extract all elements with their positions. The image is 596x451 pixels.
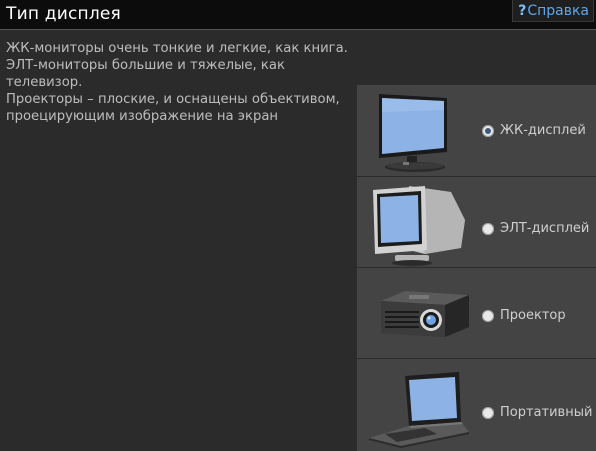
option-label-crt[interactable]: ЭЛТ-дисплей xyxy=(500,221,589,236)
option-label-laptop[interactable]: Портативный xyxy=(500,405,592,420)
radio-crt-display[interactable] xyxy=(482,223,494,235)
description-crt: ЭЛТ-мониторы большие и тяжелые, как теле… xyxy=(6,58,285,90)
option-crt-display[interactable]: ЭЛТ-дисплей xyxy=(357,176,596,267)
option-lcd-display[interactable]: ЖК-дисплей xyxy=(357,85,596,175)
description-lcd: ЖК-мониторы очень тонкие и легкие, как к… xyxy=(6,41,348,56)
laptop-icon xyxy=(369,372,469,448)
help-label[interactable]: Справка xyxy=(527,3,589,19)
lcd-monitor-icon xyxy=(379,94,447,172)
option-label-lcd[interactable]: ЖК-дисплей xyxy=(500,123,586,138)
option-label-projector[interactable]: Проектор xyxy=(500,308,566,323)
radio-projector[interactable] xyxy=(482,310,494,322)
radio-laptop[interactable] xyxy=(482,407,494,419)
option-projector[interactable]: Проектор xyxy=(357,267,596,358)
crt-monitor-icon xyxy=(373,186,465,266)
projector-icon xyxy=(381,291,469,337)
display-type-window: Тип дисплея ? Справка ЖК-мониторы очень … xyxy=(0,0,596,451)
option-laptop[interactable]: Портативный xyxy=(357,358,596,449)
display-options-panel: ЖК-дисплей ЭЛТ-дисплей Проектор Портатив… xyxy=(357,85,596,451)
window-title: Тип дисплея xyxy=(6,4,121,24)
help-icon: ? xyxy=(518,3,527,19)
description-projector: Проекторы – плоские, и оснащены объектив… xyxy=(6,92,340,124)
radio-lcd-display[interactable] xyxy=(482,125,494,137)
description-text: ЖК-мониторы очень тонкие и легкие, как к… xyxy=(6,40,361,125)
help-link[interactable]: ? Справка xyxy=(512,0,594,22)
title-bar: Тип дисплея ? Справка xyxy=(0,0,596,30)
